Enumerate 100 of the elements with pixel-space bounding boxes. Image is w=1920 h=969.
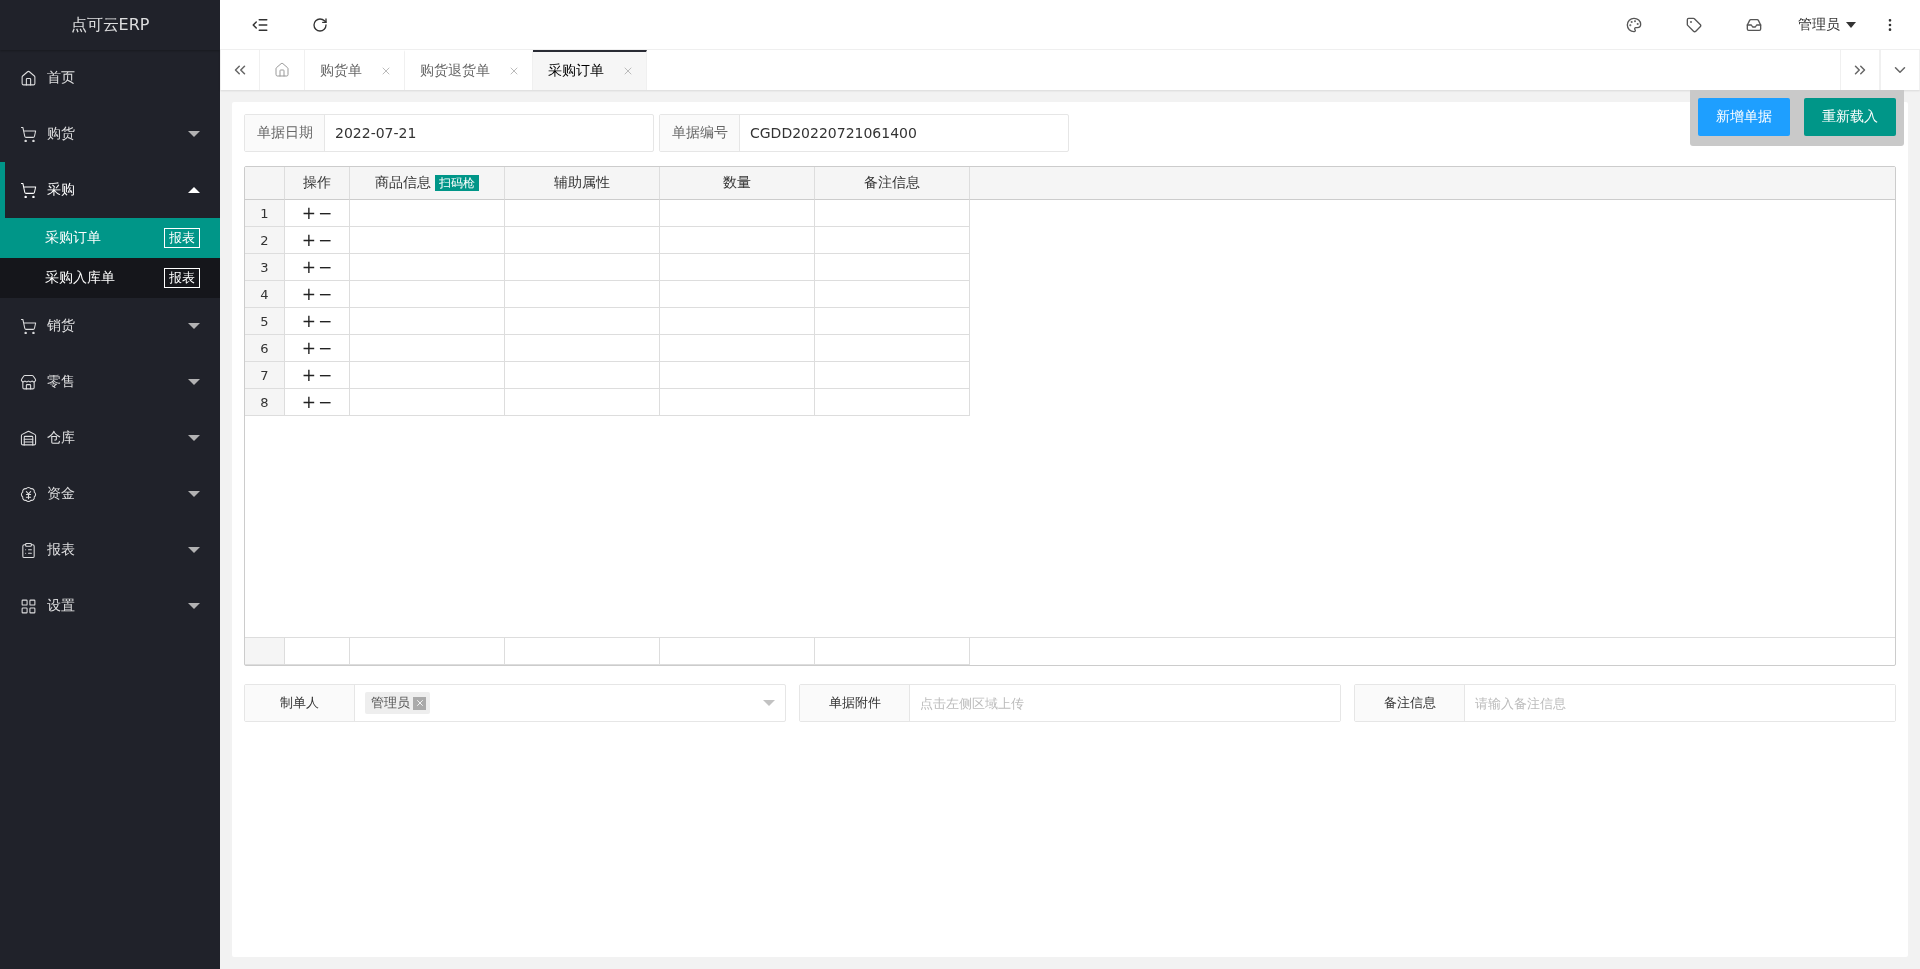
header-cell: 操作 <box>285 167 350 200</box>
delete-row-button[interactable]: − <box>317 311 334 331</box>
menu-icon <box>20 597 37 615</box>
remove-tag-icon[interactable] <box>413 696 426 710</box>
submenu-item[interactable]: 采购入库单 报表 <box>0 258 220 298</box>
delete-row-button[interactable]: − <box>317 338 334 358</box>
scroll-right-icon[interactable] <box>1840 50 1880 90</box>
table-cell[interactable] <box>815 389 970 416</box>
home-tab[interactable] <box>260 50 305 90</box>
row-number: 8 <box>245 389 285 416</box>
sidebar-item[interactable]: 报表 <box>0 522 220 578</box>
header-cell: 备注信息 <box>815 167 970 200</box>
sidebar-item[interactable]: 资金 <box>0 466 220 522</box>
row-number: 7 <box>245 362 285 389</box>
table-cell[interactable] <box>815 254 970 281</box>
dropdown-icon[interactable] <box>1880 50 1920 90</box>
table-cell[interactable] <box>350 389 505 416</box>
menu-icon <box>20 429 37 447</box>
user-tag: 管理员 <box>365 692 430 714</box>
menu-icon <box>20 69 37 87</box>
menu-icon <box>20 317 37 335</box>
maker-select[interactable]: 制单人 管理员 <box>244 684 786 722</box>
table-cell[interactable] <box>660 335 815 362</box>
table-cell[interactable] <box>505 227 660 254</box>
table-cell[interactable] <box>815 200 970 227</box>
report-link[interactable]: 报表 <box>164 228 200 248</box>
table-cell[interactable] <box>350 362 505 389</box>
table-cell[interactable] <box>350 254 505 281</box>
add-row-button[interactable]: + <box>300 392 317 412</box>
table-cell[interactable] <box>660 281 815 308</box>
delete-row-button[interactable]: − <box>317 365 334 385</box>
table-cell[interactable] <box>505 389 660 416</box>
user-menu[interactable]: 管理员 <box>1784 0 1870 50</box>
note-field[interactable]: 备注信息 请输入备注信息 <box>1354 684 1896 722</box>
row-number: 3 <box>245 254 285 281</box>
sidebar-item[interactable]: 设置 <box>0 578 220 634</box>
tab[interactable]: 采购订单 <box>533 50 647 90</box>
table-cell[interactable] <box>815 335 970 362</box>
sidebar-item[interactable]: 购货 <box>0 106 220 162</box>
add-row-button[interactable]: + <box>300 338 317 358</box>
menu-icon <box>20 125 37 143</box>
table-cell[interactable] <box>505 362 660 389</box>
table-cell[interactable] <box>660 389 815 416</box>
attachment-field[interactable]: 单据附件 点击左侧区域上传 <box>799 684 1341 722</box>
header-cell: 商品信息 扫码枪 <box>350 167 505 200</box>
menu-icon <box>20 181 37 199</box>
table-cell[interactable] <box>505 200 660 227</box>
close-icon[interactable] <box>380 65 392 77</box>
table-cell[interactable] <box>505 308 660 335</box>
table-cell[interactable] <box>660 308 815 335</box>
add-row-button[interactable]: + <box>300 203 317 223</box>
sidebar-item[interactable]: 零售 <box>0 354 220 410</box>
tab[interactable]: 购货单 <box>305 50 405 90</box>
table-cell[interactable] <box>505 254 660 281</box>
table-cell[interactable] <box>350 308 505 335</box>
date-field[interactable]: 单据日期 2022-07-21 <box>244 114 654 152</box>
row-number: 2 <box>245 227 285 254</box>
table-cell[interactable] <box>350 200 505 227</box>
table-cell[interactable] <box>350 335 505 362</box>
reload-button[interactable]: 重新载入 <box>1804 98 1896 136</box>
tab[interactable]: 购货退货单 <box>405 50 533 90</box>
table-cell[interactable] <box>660 200 815 227</box>
add-row-button[interactable]: + <box>300 230 317 250</box>
add-row-button[interactable]: + <box>300 284 317 304</box>
add-row-button[interactable]: + <box>300 257 317 277</box>
table-cell[interactable] <box>815 227 970 254</box>
delete-row-button[interactable]: − <box>317 257 334 277</box>
menu-icon <box>20 485 37 503</box>
table-cell[interactable] <box>815 362 970 389</box>
submenu-item[interactable]: 采购订单 报表 <box>0 218 220 258</box>
row-number: 1 <box>245 200 285 227</box>
table-cell[interactable] <box>815 281 970 308</box>
number-field[interactable]: 单据编号 CGDD20220721061400 <box>659 114 1069 152</box>
close-icon[interactable] <box>508 65 520 77</box>
sidebar-item[interactable]: 首页 <box>0 50 220 106</box>
table-cell[interactable] <box>660 362 815 389</box>
table-cell[interactable] <box>350 227 505 254</box>
delete-row-button[interactable]: − <box>317 230 334 250</box>
caret-icon <box>763 700 775 706</box>
table-cell[interactable] <box>660 227 815 254</box>
scroll-left-icon[interactable] <box>220 50 260 90</box>
delete-row-button[interactable]: − <box>317 284 334 304</box>
row-number: 4 <box>245 281 285 308</box>
table-cell[interactable] <box>815 308 970 335</box>
sidebar-item[interactable]: 仓库 <box>0 410 220 466</box>
menu-icon <box>20 541 37 559</box>
close-icon[interactable] <box>622 65 634 77</box>
add-row-button[interactable]: + <box>300 365 317 385</box>
add-row-button[interactable]: + <box>300 311 317 331</box>
report-link[interactable]: 报表 <box>164 268 200 288</box>
table-cell[interactable] <box>660 254 815 281</box>
table-cell[interactable] <box>505 335 660 362</box>
row-number: 6 <box>245 335 285 362</box>
scanner-tag[interactable]: 扫码枪 <box>435 175 479 191</box>
sidebar-item[interactable]: 销货 <box>0 298 220 354</box>
table-cell[interactable] <box>505 281 660 308</box>
table-cell[interactable] <box>350 281 505 308</box>
delete-row-button[interactable]: − <box>317 203 334 223</box>
delete-row-button[interactable]: − <box>317 392 334 412</box>
header-cell: 辅助属性 <box>505 167 660 200</box>
